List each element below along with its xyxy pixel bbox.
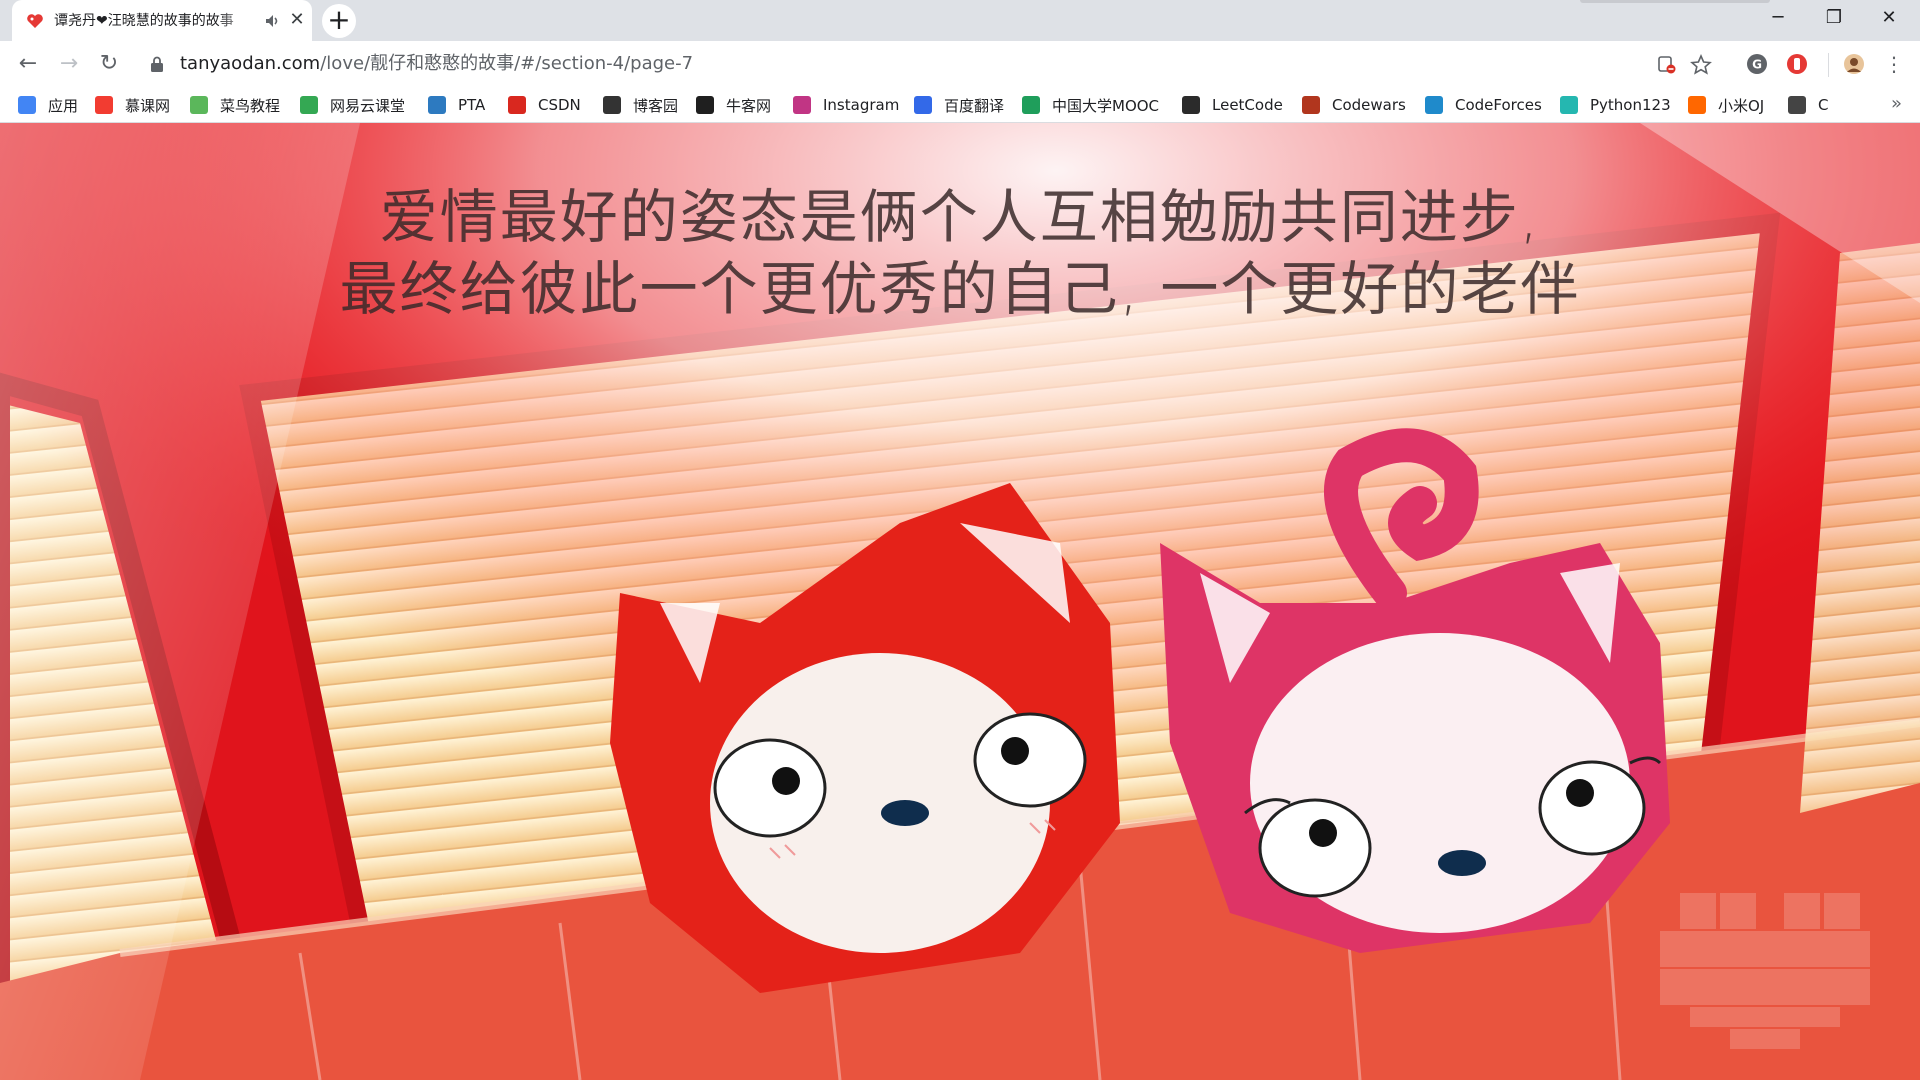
bookmark-label: 慕课网 [125, 96, 171, 115]
baidu-translate-icon [914, 96, 932, 114]
heart-favicon-icon [27, 14, 43, 28]
back-button[interactable]: ← [14, 50, 42, 78]
bookmark-item[interactable]: 小米OJ [1688, 94, 1764, 116]
codewars-icon [1302, 96, 1320, 114]
bookmark-item[interactable]: C [1788, 94, 1828, 116]
close-window-button[interactable]: ✕ [1866, 0, 1912, 36]
url-path: /love/靓仔和憨憨的故事/#/section-4/page-7 [320, 53, 694, 74]
bookmark-label: C [1818, 96, 1829, 114]
bookmark-item[interactable]: CSDN [508, 94, 581, 116]
bookmark-item[interactable]: 菜鸟教程 [190, 94, 280, 116]
bookmark-item[interactable]: 博客园 [603, 94, 678, 116]
quote-line-1: 爱情最好的姿态是俩个人互相勉励共同进步, [379, 183, 1541, 251]
lock-icon[interactable] [150, 56, 164, 72]
imooc-flame-icon [95, 96, 113, 114]
csdn-icon [508, 96, 526, 114]
bookmark-label: 网易云课堂 [330, 96, 406, 115]
mooc-flag-icon [1022, 96, 1040, 114]
forward-button[interactable]: → [55, 50, 83, 78]
bookmark-item[interactable]: Instagram [793, 94, 899, 116]
audio-playing-icon[interactable] [264, 12, 282, 30]
love-quote: 爱情最好的姿态是俩个人互相勉励共同进步, 最终给彼此一个更优秀的自己, 一个更好… [0, 181, 1920, 325]
bookmark-label: CodeForces [1455, 96, 1542, 114]
bookmark-item[interactable]: LeetCode [1182, 94, 1283, 116]
tab-strip-indicator [1580, 0, 1770, 3]
cnblogs-icon [603, 96, 621, 114]
bookmark-label: CSDN [538, 96, 581, 114]
bookmark-label: Codewars [1332, 96, 1406, 114]
bookmark-label: 应用 [48, 96, 79, 115]
bookmark-label: Instagram [823, 96, 900, 114]
url-text[interactable]: tanyaodan.com/love/靓仔和憨憨的故事/#/section-4/… [180, 53, 693, 75]
apps-grid-icon [18, 96, 36, 114]
bookmark-label: 百度翻译 [944, 96, 1005, 115]
bookmark-item[interactable]: CodeForces [1425, 94, 1542, 116]
profile-avatar[interactable] [1843, 53, 1865, 75]
bookmarks-overflow-button[interactable]: » [1891, 93, 1902, 114]
bookmark-item[interactable]: 百度翻译 [914, 94, 1004, 116]
runoob-icon [190, 96, 208, 114]
tab-close-icon[interactable]: ✕ [288, 11, 306, 29]
nowcoder-icon [696, 96, 714, 114]
bookmark-item[interactable]: 网易云课堂 [300, 94, 405, 116]
bookmark-item[interactable]: 牛客网 [696, 94, 771, 116]
blocked-content-icon[interactable] [1656, 54, 1678, 76]
bookmark-label: 中国大学MOOC [1052, 96, 1160, 115]
toolbar-divider [1828, 53, 1829, 77]
pta-icon [428, 96, 446, 114]
tab-title-fade [218, 8, 258, 34]
page-content: 爱情最好的姿态是俩个人互相勉励共同进步, 最终给彼此一个更优秀的自己, 一个更好… [0, 123, 1920, 1080]
python123-icon [1560, 96, 1578, 114]
c-lang-icon [1788, 96, 1806, 114]
browser-toolbar: ← → ↻ tanyaodan.com/love/靓仔和憨憨的故事/#/sect… [0, 41, 1920, 87]
bookmark-item[interactable]: 中国大学MOOC [1022, 94, 1159, 116]
minimize-button[interactable]: ─ [1755, 0, 1801, 36]
mi-icon [1688, 96, 1706, 114]
bookmark-label: LeetCode [1212, 96, 1283, 114]
bookmark-label: 小米OJ [1718, 96, 1765, 115]
restore-button[interactable]: ❐ [1811, 0, 1857, 36]
codeforces-icon [1425, 96, 1443, 114]
menu-kebab-icon[interactable]: ⋮ [1880, 50, 1908, 78]
bookmark-item[interactable]: PTA [428, 94, 485, 116]
browser-tab[interactable]: 谭尧丹❤汪晓慧的故事的故事 ✕ [12, 0, 312, 41]
netease-study-icon [300, 96, 318, 114]
quote-line-2: 最终给彼此一个更优秀的自己, 一个更好的老伴 [339, 255, 1581, 323]
instagram-icon [793, 96, 811, 114]
bookmark-star-icon[interactable] [1690, 54, 1712, 76]
bookmark-label: PTA [458, 96, 486, 114]
bookmark-item[interactable]: 慕课网 [95, 94, 170, 116]
bookmark-item[interactable]: 应用 [18, 94, 78, 116]
extension-adblock-icon[interactable] [1786, 53, 1808, 75]
address-bar[interactable]: tanyaodan.com/love/靓仔和憨憨的故事/#/section-4/… [138, 46, 1712, 82]
tab-strip: 谭尧丹❤汪晓慧的故事的故事 ✕ + ─ ❐ ✕ [0, 0, 1920, 41]
pixel-heart-icon [1660, 893, 1870, 1049]
bookmark-label: 博客园 [633, 96, 679, 115]
bookmarks-bar: 应用 慕课网 菜鸟教程 网易云课堂 PTA CSDN 博客园 牛客网 Instagram 百度翻译… [0, 87, 1920, 123]
bookmark-item[interactable]: Codewars [1302, 94, 1406, 116]
url-host: tanyaodan.com [180, 53, 321, 74]
new-tab-button[interactable]: + [322, 4, 356, 38]
leetcode-icon [1182, 96, 1200, 114]
bookmark-label: 菜鸟教程 [220, 96, 281, 115]
reload-button[interactable]: ↻ [95, 50, 123, 78]
bookmark-label: 牛客网 [726, 96, 772, 115]
svg-text:G: G [1752, 58, 1762, 72]
extension-translate-icon[interactable]: G [1746, 53, 1768, 75]
bookmark-label: Python123 [1590, 96, 1671, 114]
bookmark-item[interactable]: Python123 [1560, 94, 1671, 116]
